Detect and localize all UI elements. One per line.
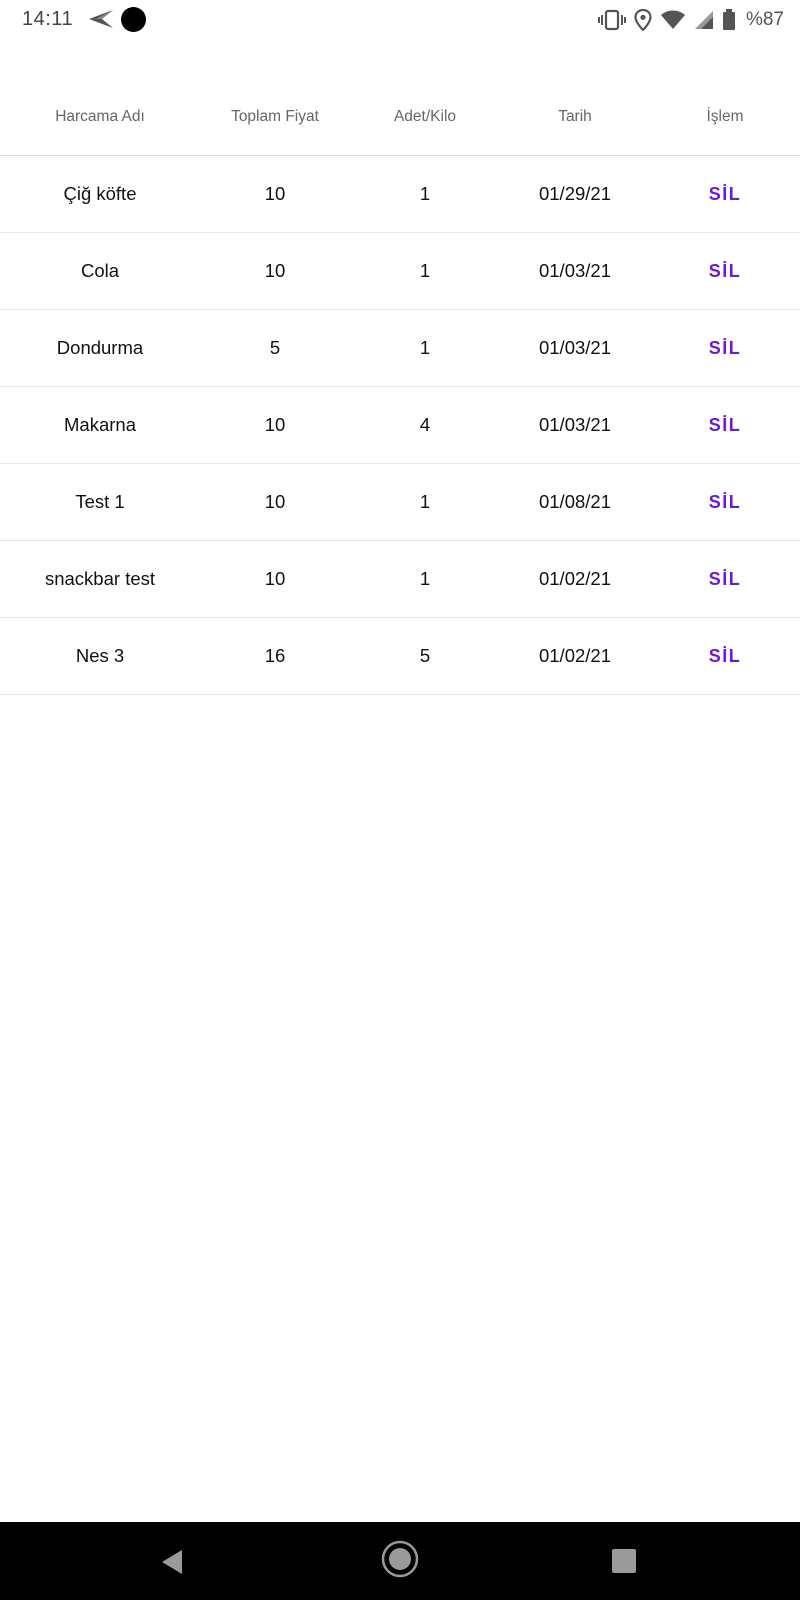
cell-date: 01/03/21	[538, 337, 611, 358]
cell-expense-name: Dondurma	[56, 337, 144, 358]
table-row: snackbar test 10 1 01/02/21 SİL	[0, 541, 800, 618]
cell-expense-name: Test 1	[75, 491, 125, 512]
cell-total-price: 10	[264, 491, 286, 512]
delete-button[interactable]: SİL	[709, 569, 742, 590]
cell-date: 01/08/21	[538, 491, 611, 512]
cell-date: 01/29/21	[538, 183, 611, 204]
header-quantity: Adet/Kilo	[393, 107, 457, 125]
header-expense-name: Harcama Adı	[55, 107, 145, 125]
table-row: Dondurma 5 1 01/03/21 SİL	[0, 310, 800, 387]
battery-percent: %87	[745, 9, 784, 30]
cell-date: 01/02/21	[538, 645, 611, 666]
location-icon	[634, 9, 652, 31]
delete-button[interactable]: SİL	[709, 338, 742, 359]
vibrate-icon	[597, 9, 626, 31]
send-icon	[89, 10, 113, 28]
home-icon[interactable]	[380, 1539, 420, 1579]
cell-total-price: 10	[264, 183, 286, 204]
table-row: Çiğ köfte 10 1 01/29/21 SİL	[0, 156, 800, 233]
delete-button[interactable]: SİL	[709, 646, 742, 667]
cell-date: 01/02/21	[538, 568, 611, 589]
back-icon[interactable]	[160, 1548, 184, 1576]
cell-total-price: 5	[269, 337, 281, 358]
delete-button[interactable]: SİL	[709, 184, 742, 205]
cell-expense-name: snackbar test	[44, 568, 156, 589]
cell-expense-name: Nes 3	[75, 645, 125, 666]
cell-total-price: 10	[264, 414, 286, 435]
table-row: Cola 10 1 01/03/21 SİL	[0, 233, 800, 310]
cell-date: 01/03/21	[538, 260, 611, 281]
header-action: İşlem	[706, 107, 744, 125]
cell-expense-name: Çiğ köfte	[63, 183, 137, 204]
cell-quantity: 4	[419, 414, 431, 435]
cell-total-price: 10	[264, 568, 286, 589]
navigation-bar	[0, 1522, 800, 1600]
status-time: 14:11	[22, 8, 74, 30]
table-row: Test 1 10 1 01/08/21 SİL	[0, 464, 800, 541]
cell-total-price: 10	[264, 260, 286, 281]
delete-button[interactable]: SİL	[709, 415, 742, 436]
delete-button[interactable]: SİL	[709, 492, 742, 513]
table-row: Nes 3 16 5 01/02/21 SİL	[0, 618, 800, 695]
notification-dot-icon	[121, 7, 146, 32]
recent-apps-icon[interactable]	[612, 1549, 636, 1573]
table-header: Harcama Adı Toplam Fiyat Adet/Kilo Tarih…	[0, 78, 800, 156]
cell-quantity: 1	[419, 491, 431, 512]
expense-table: Harcama Adı Toplam Fiyat Adet/Kilo Tarih…	[0, 78, 800, 695]
cell-quantity: 1	[419, 568, 431, 589]
header-date: Tarih	[558, 107, 592, 125]
signal-icon	[694, 11, 713, 29]
header-total-price: Toplam Fiyat	[231, 107, 319, 125]
cell-quantity: 1	[419, 183, 431, 204]
delete-button[interactable]: SİL	[709, 261, 742, 282]
wifi-icon	[660, 10, 685, 29]
status-icons: %87	[597, 6, 784, 34]
cell-expense-name: Cola	[80, 260, 120, 281]
cell-total-price: 16	[264, 645, 286, 666]
cell-quantity: 1	[419, 337, 431, 358]
battery-icon	[722, 9, 735, 30]
cell-date: 01/03/21	[538, 414, 611, 435]
status-bar: 14:11 %87	[0, 0, 800, 40]
cell-expense-name: Makarna	[64, 414, 136, 435]
table-row: Makarna 10 4 01/03/21 SİL	[0, 387, 800, 464]
cell-quantity: 1	[419, 260, 431, 281]
cell-quantity: 5	[419, 645, 431, 666]
